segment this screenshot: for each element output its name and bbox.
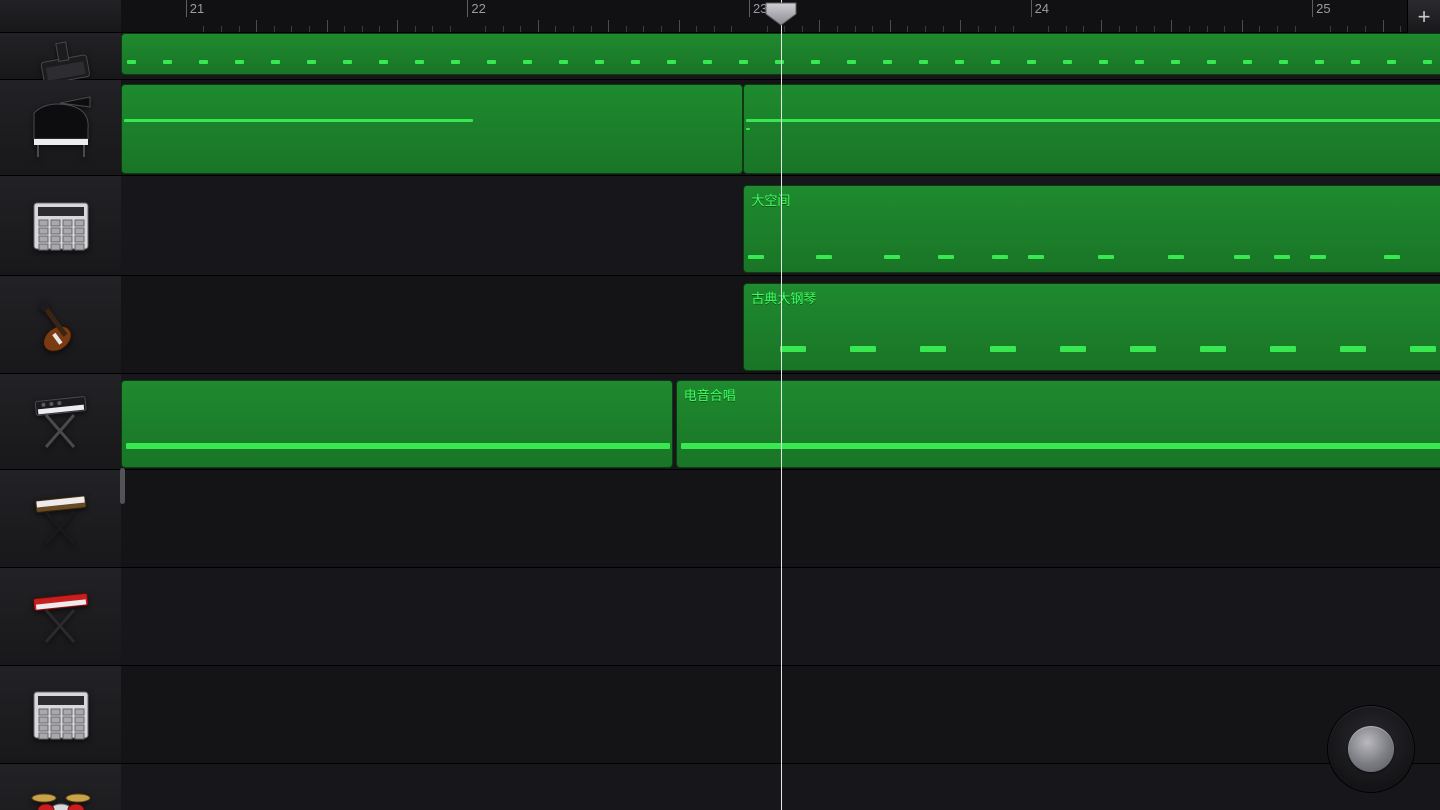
- add-track-button[interactable]: +: [1407, 0, 1440, 33]
- plus-icon: +: [1418, 4, 1431, 30]
- track-headers-sidebar[interactable]: [0, 0, 121, 810]
- bar-number: 24: [1035, 1, 1049, 16]
- track-header-t2[interactable]: [0, 176, 121, 276]
- track-header-t7[interactable]: [0, 666, 121, 764]
- track-header-t3[interactable]: [0, 276, 121, 374]
- track-header-t5[interactable]: [0, 470, 121, 568]
- region-r4[interactable]: 古典大钢琴: [743, 283, 1440, 371]
- playhead-handle[interactable]: [764, 2, 798, 24]
- region-r2[interactable]: [743, 84, 1440, 174]
- region-label: 古典大钢琴: [751, 288, 816, 307]
- bass-guitar-icon: [24, 292, 98, 358]
- drum-kit-icon: [24, 780, 98, 810]
- track-header-t0[interactable]: [0, 33, 121, 80]
- track-header-t1[interactable]: [0, 80, 121, 176]
- region-r3[interactable]: 大空间: [743, 185, 1440, 273]
- keyboard-b-icon: [24, 486, 98, 552]
- bar-number: 22: [471, 1, 485, 16]
- drum-machine-icon: [24, 193, 98, 259]
- red-keyboard-icon: [24, 584, 98, 650]
- synth-stand-icon: [24, 389, 98, 455]
- grand-piano-icon: [24, 95, 98, 161]
- region-r1[interactable]: [121, 84, 743, 174]
- region-r5a[interactable]: [121, 380, 673, 468]
- track-header-t4[interactable]: [0, 374, 121, 470]
- region-label: 电音合唱: [684, 385, 736, 404]
- track-header-t8[interactable]: [0, 764, 121, 810]
- bar-number: 21: [190, 1, 204, 16]
- record-icon: [1348, 726, 1394, 772]
- region-label: 大空间: [751, 190, 790, 209]
- track-header-t6[interactable]: [0, 568, 121, 666]
- sidebar-scrollbar-thumb[interactable]: [120, 468, 125, 504]
- playhead-line: [781, 0, 782, 810]
- drum-machine-icon: [24, 682, 98, 748]
- record-button[interactable]: [1328, 706, 1414, 792]
- bar-number: 25: [1316, 1, 1330, 16]
- region-r5b[interactable]: 电音合唱: [676, 380, 1440, 468]
